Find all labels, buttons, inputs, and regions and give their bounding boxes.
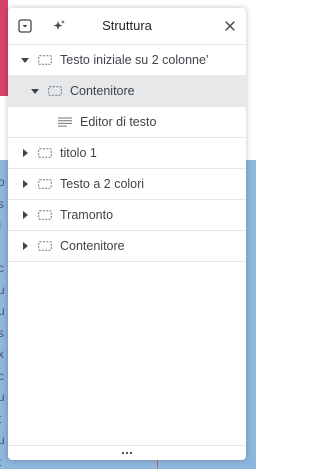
container-icon (38, 179, 52, 189)
caret-right-icon[interactable] (21, 149, 29, 157)
container-icon (38, 148, 52, 158)
tree-item-label: Editor di testo (80, 115, 156, 129)
caret-down-icon[interactable] (31, 87, 39, 95)
background-letter: c (0, 258, 8, 280)
background-letter: u (0, 387, 8, 409)
container-icon (48, 86, 62, 96)
panel-title: Struttura (8, 18, 246, 33)
caret-right-icon[interactable] (21, 211, 29, 219)
caret-right-icon[interactable] (21, 242, 29, 250)
background-letter: u (0, 301, 8, 323)
panel-resize-handle[interactable] (8, 445, 246, 460)
pink-section-edge (0, 0, 8, 96)
background-letter: x (0, 344, 8, 366)
text-editor-icon (58, 117, 72, 127)
tree-item-label: Testo a 2 colori (60, 177, 144, 191)
background-letter: c (0, 366, 8, 388)
background-letter: t (0, 452, 8, 473)
container-icon (38, 210, 52, 220)
tree-item-label: Testo iniziale su 2 colonne’ (60, 53, 209, 67)
background-letter: s (0, 323, 8, 345)
caret-down-icon[interactable] (21, 56, 29, 64)
close-icon (224, 20, 236, 32)
caret-right-icon[interactable] (21, 180, 29, 188)
background-letter: s (0, 194, 8, 216)
tree-item-tramonto[interactable]: Tramonto (8, 200, 246, 231)
structure-panel: Struttura Testo iniziale su 2 colonne’ (8, 8, 246, 460)
tree-item-contenitore[interactable]: Contenitore (8, 231, 246, 262)
background-letter: t (0, 409, 8, 431)
tree-item-label: Contenitore (60, 239, 125, 253)
tree-item-testo-a-2-colori[interactable]: Testo a 2 colori (8, 169, 246, 200)
container-icon (38, 241, 52, 251)
background-letter: o (0, 172, 8, 194)
tree-item-titolo-1[interactable]: titolo 1 (8, 138, 246, 169)
container-icon (38, 55, 52, 65)
background-letter: u (0, 280, 8, 302)
background-letter: u (0, 430, 8, 452)
tree-item-label: titolo 1 (60, 146, 97, 160)
drag-handle-dots-icon (121, 451, 133, 455)
background-letter: I (0, 215, 8, 237)
background-text-column: o s I c u u s x c u t u t (0, 172, 8, 473)
tree-item-contenitore-selected[interactable]: Contenitore (8, 76, 246, 107)
tree-item-label: Contenitore (70, 84, 135, 98)
tree-item-label: Tramonto (60, 208, 113, 222)
tree-item-testo-iniziale[interactable]: Testo iniziale su 2 colonne’ (8, 45, 246, 76)
panel-header: Struttura (8, 8, 246, 45)
tree-item-editor-di-testo[interactable]: Editor di testo (8, 107, 246, 138)
close-button[interactable] (222, 18, 238, 34)
background-letter (0, 237, 8, 259)
structure-tree: Testo iniziale su 2 colonne’ Contenitore… (8, 45, 246, 262)
